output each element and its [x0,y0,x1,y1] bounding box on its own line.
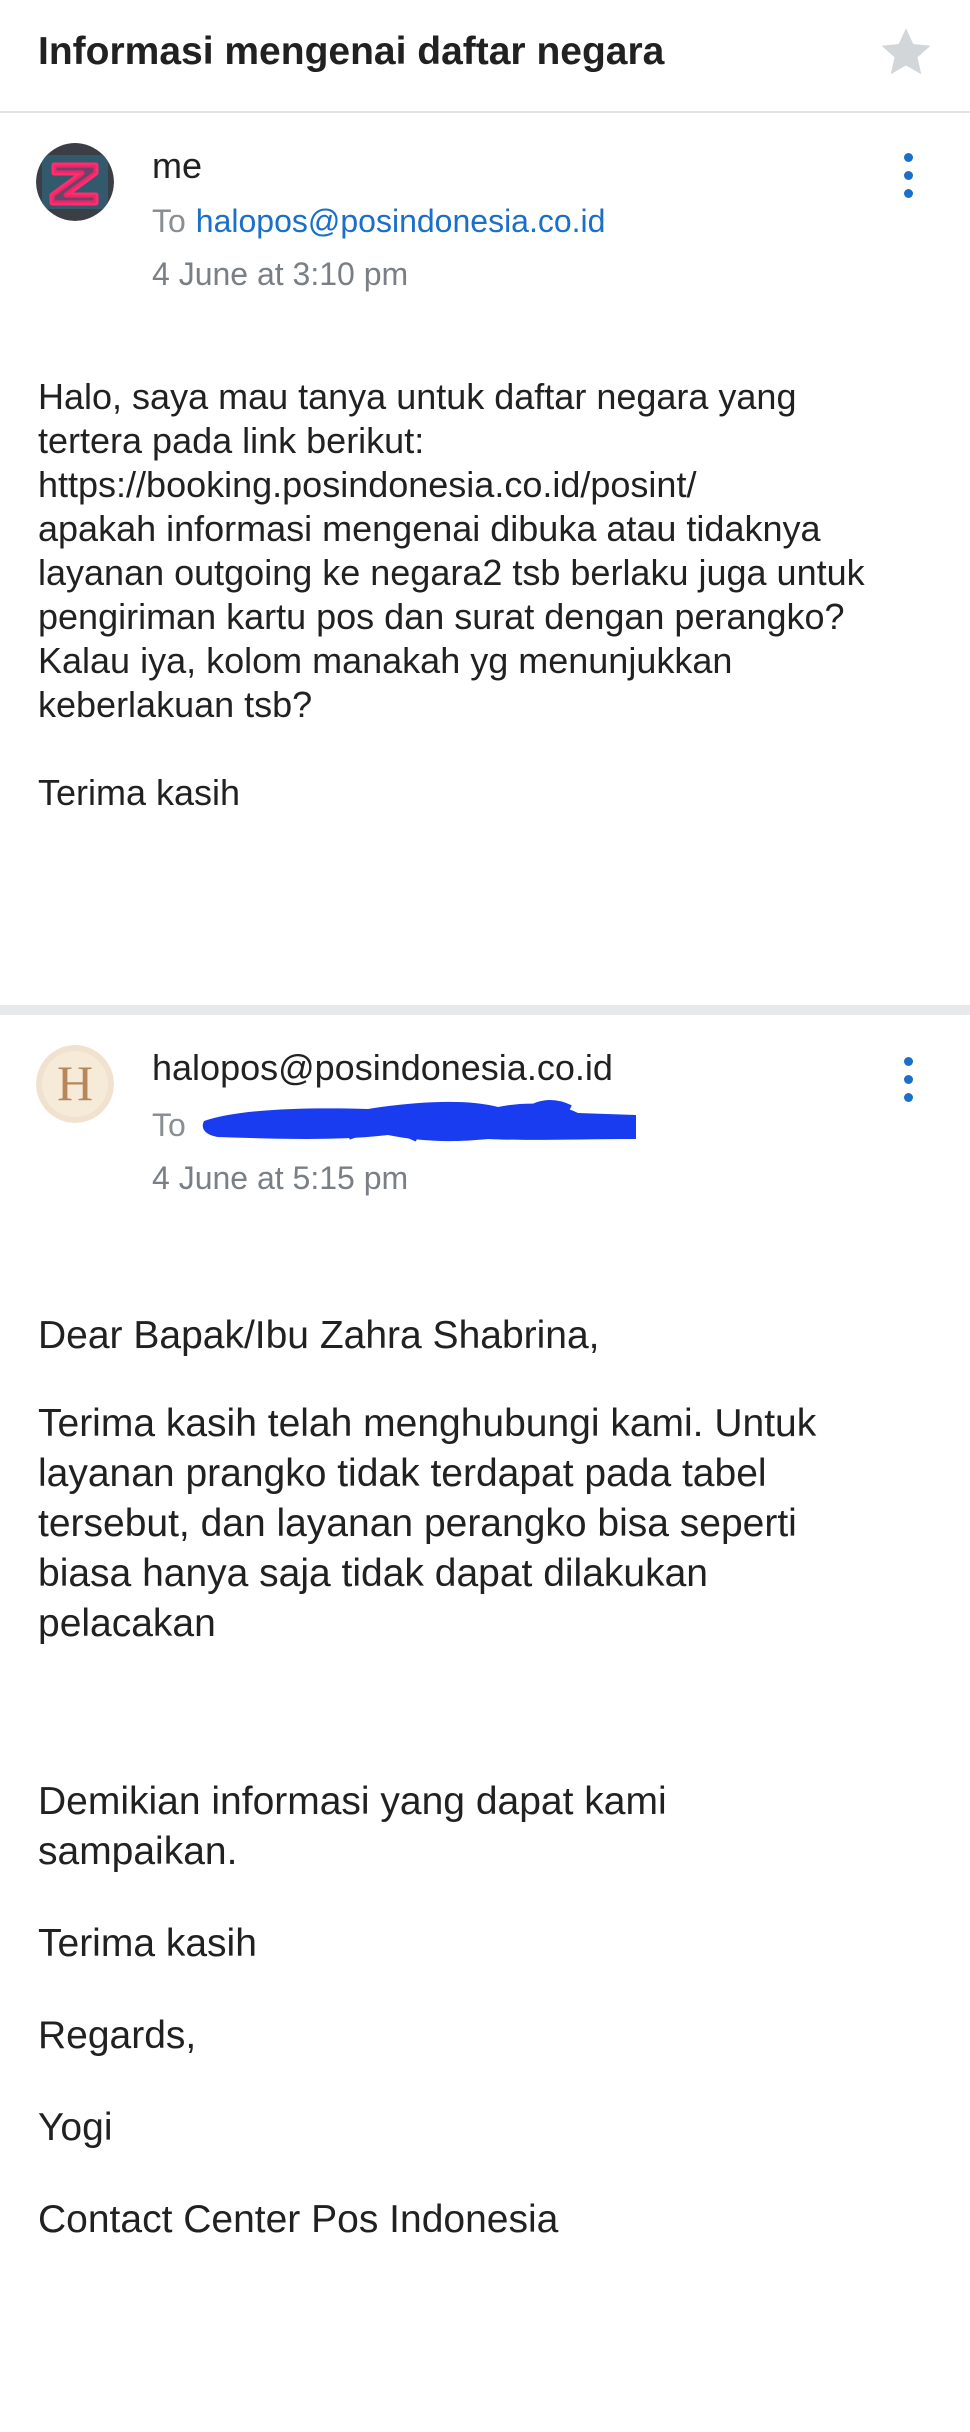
body-line: tertera pada link berikut: [38,420,425,461]
body-line: Regards, [38,2014,197,2057]
body-line: keberlakuan tsb? [38,684,313,725]
message-2: H halopos@posindonesia.co.id To 4 June a… [0,1015,970,2432]
body-line: tersebut, dan layanan perangko bisa sepe… [38,1502,797,1545]
body-line: sampaikan. [38,1830,238,1873]
to-label: To [152,1107,186,1143]
body-link[interactable]: https://booking.posindonesia.co.id/posin… [38,463,948,507]
recipient-line: To [152,1107,186,1144]
body-spacer [38,2153,948,2195]
recipient-address[interactable]: halopos@posindonesia.co.id [196,203,606,239]
body-spacer [38,1649,948,1777]
body-line: pelacakan [38,1602,216,1645]
letter-z-avatar-icon [36,143,114,221]
body-signature-name: Yogi [38,2106,113,2149]
body-line: Terima kasih telah menghubungi kami. Unt… [38,1402,817,1445]
body-line: biasa hanya saja tidak dapat dilakukan [38,1552,708,1595]
body-line: layanan outgoing ke negara2 tsb berlaku … [38,552,865,593]
body-line: Kalau iya, kolom manakah yg menunjukkan [38,640,733,681]
email-header: Informasi mengenai daftar negara [0,0,970,113]
body-spacer [38,1969,948,2011]
body-spacer [38,1877,948,1919]
letter-h-avatar-icon: H [36,1045,114,1123]
sender-name: halopos@posindonesia.co.id [152,1047,613,1088]
message-body: Dear Bapak/Ibu Zahra Shabrina, Terima ka… [38,1311,948,2245]
body-line: pengiriman kartu pos dan surat dengan pe… [38,596,845,637]
body-spacer [38,1361,948,1399]
body-line: Terima kasih [38,1922,257,1965]
to-label: To [152,203,186,239]
body-signature-org: Contact Center Pos Indonesia [38,2198,559,2241]
body-line: Halo, saya mau tanya untuk daftar negara… [38,376,797,417]
body-line: apakah informasi mengenai dibuka atau ti… [38,508,821,549]
star-icon[interactable] [876,22,936,82]
svg-text:H: H [57,1055,93,1111]
body-line: Demikian informasi yang dapat kami [38,1780,667,1823]
body-closing: Terima kasih [38,772,241,813]
sender-avatar[interactable] [36,143,114,221]
more-vert-icon[interactable] [884,1053,932,1115]
message-1: me To halopos@posindonesia.co.id 4 June a… [0,113,970,1005]
message-divider [0,1005,970,1015]
redaction-scribble [202,1100,636,1142]
message-date: 4 June at 5:15 pm [152,1160,409,1196]
more-vert-icon[interactable] [884,149,932,211]
email-subject: Informasi mengenai daftar negara [38,30,665,73]
body-line: layanan prangko tidak terdapat pada tabe… [38,1452,767,1495]
sender-avatar[interactable]: H [36,1045,114,1123]
message-body: Halo, saya mau tanya untuk daftar negara… [38,375,948,815]
recipient-line: To halopos@posindonesia.co.id [152,203,605,240]
sender-name: me [152,145,203,186]
message-date: 4 June at 3:10 pm [152,256,409,292]
body-spacer [38,727,948,771]
body-spacer [38,2061,948,2103]
body-line: Dear Bapak/Ibu Zahra Shabrina, [38,1314,600,1357]
